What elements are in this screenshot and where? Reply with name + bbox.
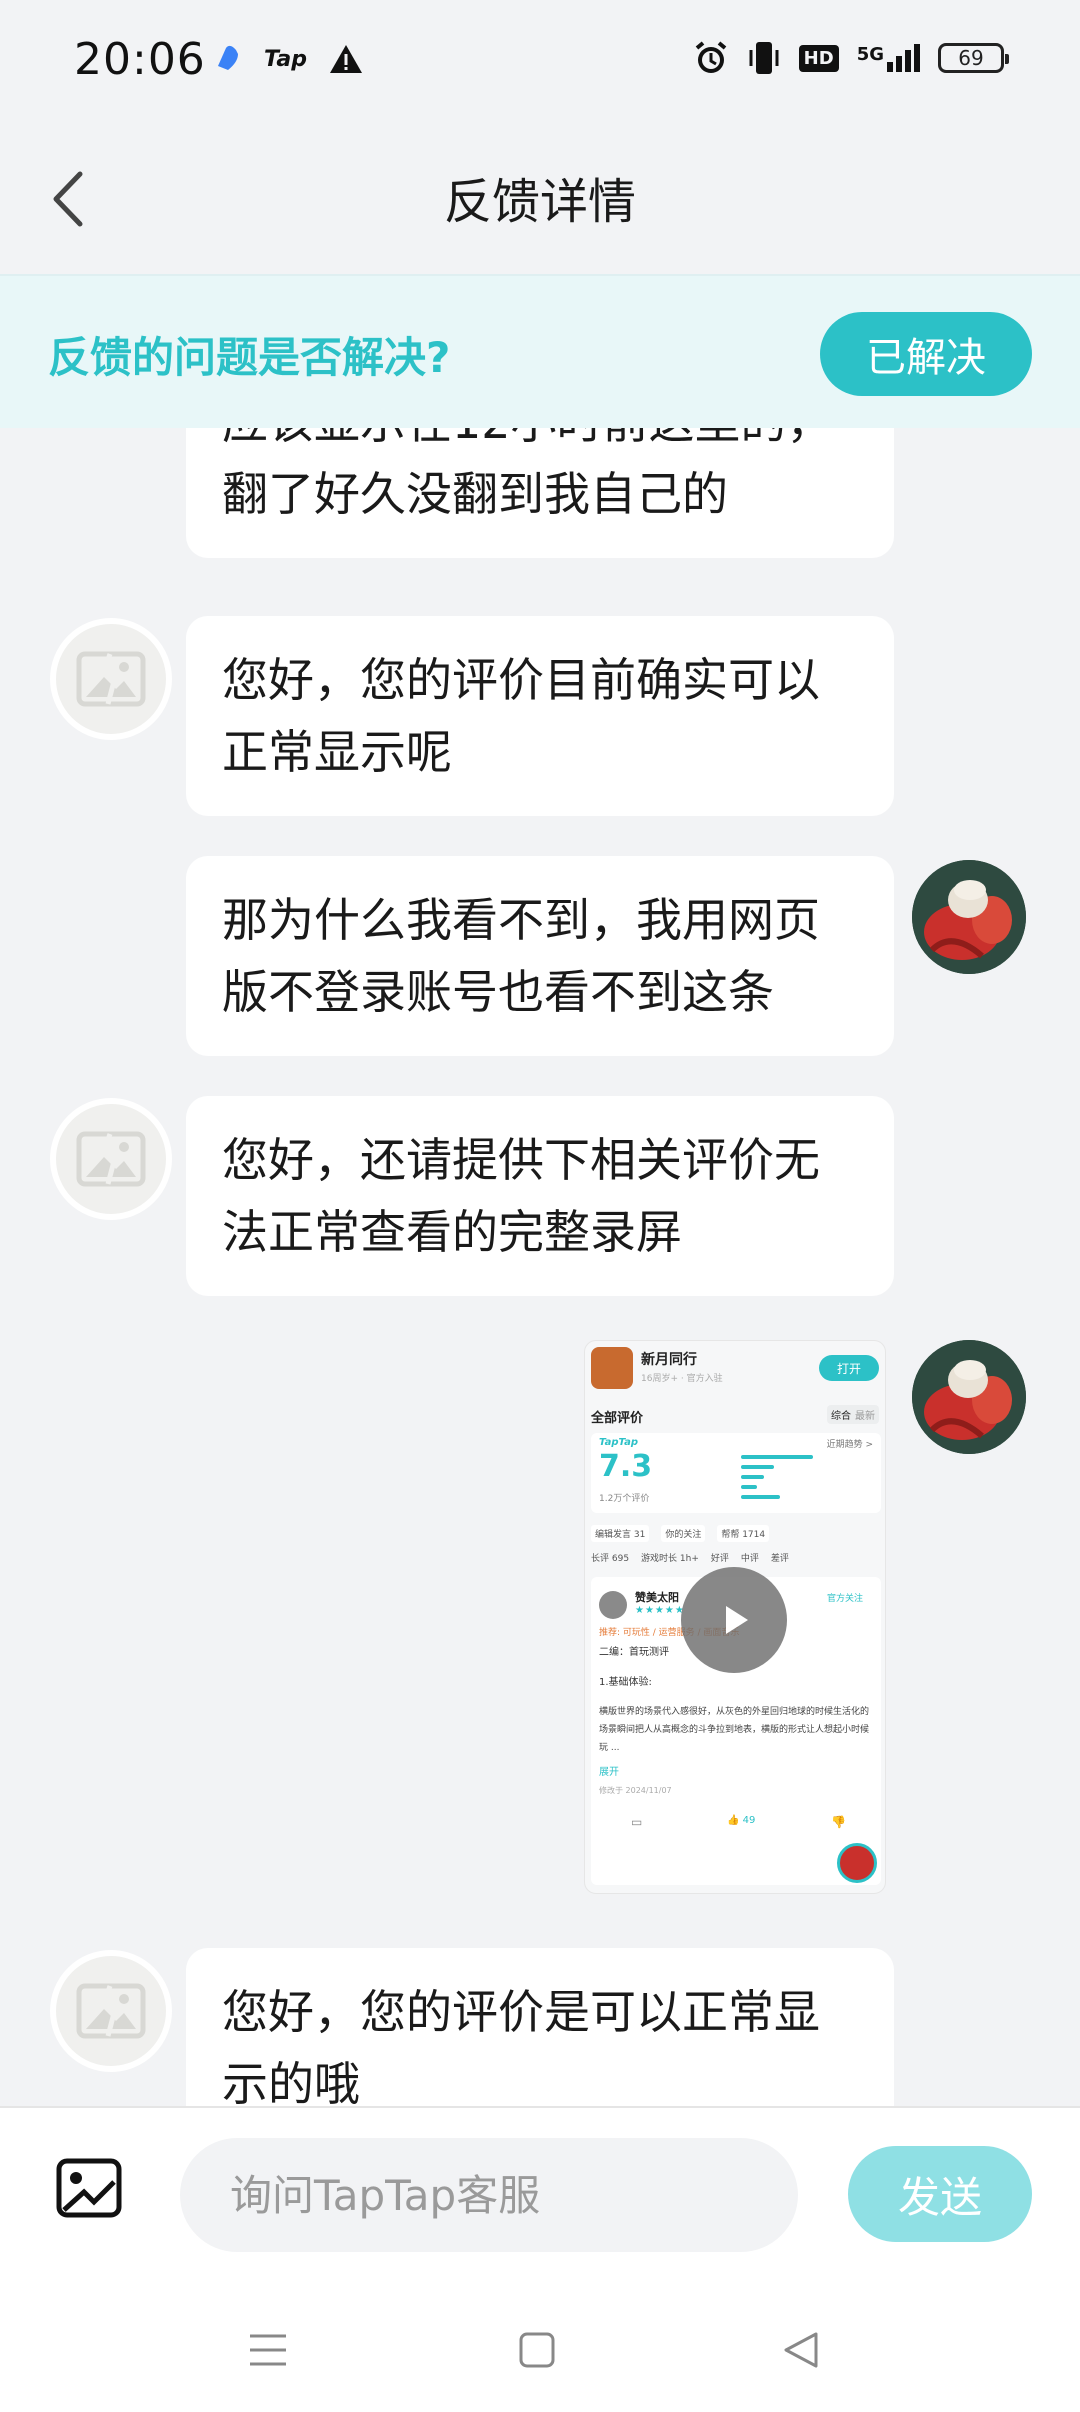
battery-icon: 69: [938, 43, 1009, 73]
review-line: 二编：首玩测评: [599, 1647, 669, 1658]
status-bar: 20:06 Tap HD 5G 69: [0, 0, 1080, 124]
game-icon: [591, 1347, 633, 1389]
battery-level: 69: [958, 46, 984, 70]
filter-item: 差评: [770, 1554, 789, 1564]
filter-chip: 编辑发言 31: [591, 1525, 650, 1542]
reviewer-tag: 官方关注: [826, 1594, 863, 1604]
image-placeholder-icon: [76, 1131, 146, 1187]
filter-chips: 编辑发言 31 你的关注 帮帮 1714: [591, 1525, 770, 1542]
resolve-question: 反馈的问题是否解决?: [48, 333, 451, 382]
like-count-value: 49: [742, 1815, 756, 1826]
back-nav-button[interactable]: [782, 2330, 820, 2374]
home-nav-button[interactable]: [518, 2330, 556, 2374]
filter-chip: 帮帮 1714: [717, 1525, 770, 1542]
reviewer-name: 赞美太阳: [635, 1591, 679, 1604]
sort-tab: 综合: [831, 1411, 851, 1422]
star-rating: ★★★★★: [635, 1605, 685, 1616]
review-date: 修改于 2024/11/07: [599, 1786, 672, 1795]
image-placeholder-icon: [76, 651, 146, 707]
play-video-button[interactable]: [681, 1567, 787, 1673]
comment-icon: ▭: [631, 1815, 643, 1829]
message-text: 那为什么我看不到，我用网页版不登录账号也看不到这条: [222, 893, 820, 1019]
5g-signal-icon: 5G: [857, 44, 920, 72]
alarm-icon: [695, 41, 726, 73]
message-text: 应该显示在12小时前这里的，翻了好久没翻到我自己的: [222, 428, 833, 521]
rating-bars: [741, 1455, 871, 1499]
review-line: 横版世界的场景代入感很好，从灰色的外星回归地球的时候生活化的场景瞬间把人从高概念…: [599, 1707, 870, 1753]
status-time: 20:06: [74, 34, 206, 85]
message-text: 您好，您的评价是可以正常显示的哦: [222, 1985, 820, 2106]
floating-avatar: [837, 1843, 877, 1883]
support-avatar[interactable]: [50, 1098, 172, 1220]
support-message-bubble: 您好，您的评价目前确实可以正常显示呢: [186, 616, 894, 816]
expand-link: 展开: [599, 1767, 619, 1778]
hd-icon: HD: [798, 44, 839, 72]
reviewer-avatar: [599, 1591, 627, 1619]
user-avatar-image: [912, 860, 1026, 974]
dislike-icon: 👎: [831, 1815, 846, 1829]
all-reviews-title: 全部评价: [591, 1411, 644, 1426]
filter-chip: 你的关注: [661, 1525, 706, 1542]
user-message-bubble: 应该显示在12小时前这里的，翻了好久没翻到我自己的: [186, 428, 894, 558]
support-message-bubble: 您好，您的评价是可以正常显示的哦: [186, 1948, 894, 2106]
user-avatar[interactable]: [912, 860, 1026, 974]
trend-link: 近期趋势 >: [826, 1440, 873, 1450]
chat-area[interactable]: 应该显示在12小时前这里的，翻了好久没翻到我自己的 您好，您的评价目前确实可以正…: [0, 428, 1080, 2106]
image-icon: [56, 2158, 122, 2218]
network-label: 5G: [856, 44, 884, 65]
filter-item: 中评: [740, 1554, 759, 1564]
resolve-banner: 反馈的问题是否解决? 已解决: [0, 274, 1080, 428]
send-image-button[interactable]: [56, 2158, 122, 2220]
filter-item: 好评: [710, 1554, 729, 1564]
user-avatar-image: [912, 1340, 1026, 1454]
rating-count: 1.2万个评价: [599, 1494, 650, 1504]
send-button[interactable]: 发送: [848, 2146, 1032, 2242]
status-left-icons: Tap: [212, 44, 363, 74]
user-avatar[interactable]: [912, 1340, 1026, 1454]
support-avatar[interactable]: [50, 618, 172, 740]
menu-icon: [250, 2334, 286, 2366]
message-text: 您好，您的评价目前确实可以正常显示呢: [222, 653, 820, 779]
sort-tabs: 综合 最新: [827, 1405, 879, 1424]
like-count: 👍 49: [727, 1815, 756, 1826]
warning-icon: [330, 45, 362, 73]
game-name: 新月同行: [641, 1352, 697, 1368]
app-icon-blue: [218, 45, 238, 70]
filter-item: 长评 695: [591, 1554, 630, 1564]
review-line: 1.基础体验:: [599, 1677, 652, 1688]
header: 反馈详情: [0, 124, 1080, 274]
user-message-bubble: 那为什么我看不到，我用网页版不登录账号也看不到这条: [186, 856, 894, 1056]
taptap-icon: Tap: [264, 46, 307, 72]
support-message-bubble: 您好，还请提供下相关评价无法正常查看的完整录屏: [186, 1096, 894, 1296]
video-message-thumbnail[interactable]: 新月同行 16周岁+ · 官方入驻 打开 全部评价 综合 最新 TapTap 7…: [584, 1340, 886, 1894]
message-input[interactable]: [180, 2138, 798, 2252]
input-bar: 发送: [0, 2106, 1080, 2286]
page-title: 反馈详情: [443, 174, 636, 230]
open-game-button: 打开: [819, 1355, 879, 1381]
home-square-icon: [519, 2332, 555, 2368]
status-right-icons: HD 5G 69: [693, 40, 1009, 76]
resolved-button[interactable]: 已解决: [820, 312, 1032, 396]
system-nav-bar: [0, 2286, 1080, 2412]
back-triangle-icon: [784, 2332, 818, 2368]
filter-item: 游戏时长 1h+: [641, 1554, 699, 1564]
filter-row: 长评 695 游戏时长 1h+ 好评 中评 差评: [591, 1551, 789, 1564]
vibrate-icon: [749, 42, 779, 74]
message-text: 您好，还请提供下相关评价无法正常查看的完整录屏: [222, 1133, 820, 1259]
image-placeholder-icon: [76, 1983, 146, 2039]
play-icon: [726, 1606, 748, 1634]
sort-tab: 最新: [855, 1411, 875, 1422]
menu-nav-button[interactable]: [248, 2330, 288, 2374]
score-card: TapTap 7.3 1.2万个评价 近期趋势 >: [591, 1433, 881, 1513]
score-value: 7.3: [599, 1449, 653, 1484]
taptap-brand: TapTap: [599, 1437, 639, 1448]
game-meta: 16周岁+ · 官方入驻: [641, 1374, 723, 1384]
support-avatar[interactable]: [50, 1950, 172, 2072]
